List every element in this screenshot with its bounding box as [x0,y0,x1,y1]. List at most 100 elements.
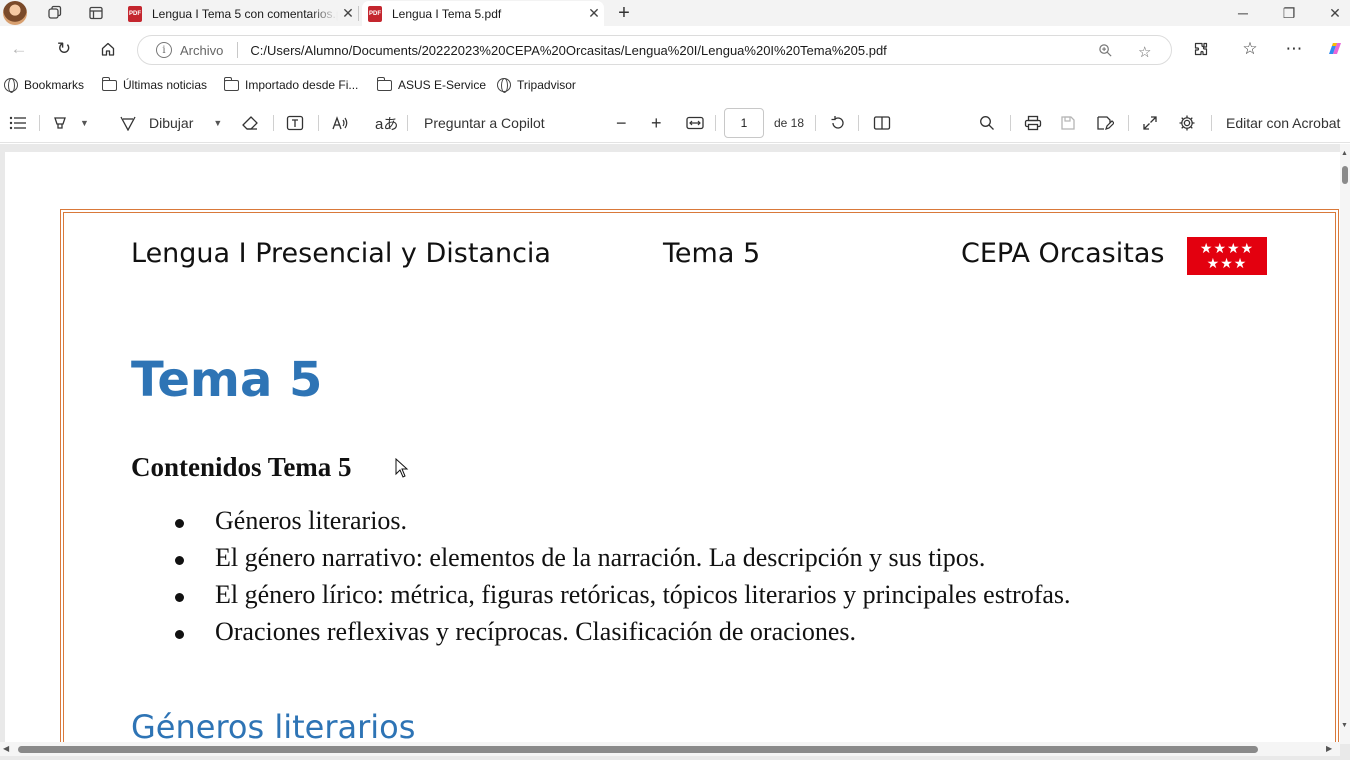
info-icon[interactable]: i [156,42,172,58]
section-heading: Géneros literarios [131,708,416,746]
vertical-scrollbar[interactable]: ▲ ▼ [1340,144,1350,744]
zoom-in-icon[interactable]: + [651,103,662,143]
scroll-down-icon[interactable]: ▼ [1341,722,1348,729]
mouse-cursor-icon [395,458,409,478]
ask-copilot-label: Preguntar a Copilot [424,115,545,131]
toolbar-divider [273,115,274,131]
tab-title: Lengua I Tema 5 con comentarios.pdf [152,6,338,21]
extensions-icon[interactable] [1187,36,1215,62]
read-aloud-icon[interactable] [331,103,349,143]
fit-to-width-icon[interactable] [686,103,704,143]
print-icon[interactable] [1024,103,1042,143]
toolbar-divider [815,115,816,131]
globe-icon [497,78,511,93]
bookmark-label: ASUS E-Service [398,78,487,92]
minimize-icon[interactable]: ─ [1220,0,1266,26]
page-view-icon[interactable] [873,103,891,143]
tab-strip: PDF Lengua I Tema 5 con comentarios.pdf … [0,0,1350,26]
pdf-page: Lengua I Presencial y Distancia Tema 5 C… [5,152,1340,752]
close-icon[interactable]: ✕ [338,5,358,22]
toolbar-divider [715,115,716,131]
bookmark-item[interactable]: Bookmarks [4,76,84,94]
edit-with-acrobat-label: Editar con Acrobat [1226,115,1341,131]
fullscreen-icon[interactable] [1142,103,1158,143]
page-number-input[interactable]: 1 [724,108,764,138]
edit-with-acrobat-button[interactable]: Editar con Acrobat [1226,103,1340,143]
contents-list: Géneros literarios. El género narrativo:… [131,506,1071,654]
toolbar-divider [318,115,319,131]
translate-icon[interactable]: aあ [375,103,398,143]
highlight-button[interactable]: ▼ [52,103,89,143]
scrollbar-thumb[interactable] [1342,166,1348,184]
tab-lengua-comentarios[interactable]: PDF Lengua I Tema 5 con comentarios.pdf … [128,1,358,26]
pen-icon [120,116,136,131]
toolbar-divider [1211,115,1212,131]
workspaces-icon[interactable] [42,0,68,26]
page-total-label: de 18 [774,116,805,130]
favorite-star-icon[interactable]: ☆ [1138,43,1151,61]
chevron-down-icon[interactable]: ▼ [213,118,222,128]
address-divider [237,42,239,58]
header-topic: Tema 5 [663,238,761,269]
address-bar[interactable]: i Archivo C:/Users/Alumno/Documents/2022… [137,35,1172,65]
highlighter-icon [54,117,66,129]
list-item: Oraciones reflexivas y recíprocas. Clasi… [131,617,1071,654]
tab-lengua-tema5[interactable]: PDF Lengua I Tema 5.pdf ✕ [362,1,604,26]
restore-icon[interactable]: ❐ [1266,0,1312,26]
copilot-icon[interactable] [1321,36,1349,62]
vertical-tabs-icon[interactable] [83,0,109,26]
zoom-out-icon[interactable]: − [616,103,627,143]
bookmark-item[interactable]: Últimas noticias [101,76,208,94]
toolbar-divider [407,115,408,131]
tab-divider [358,6,359,21]
chevron-down-icon[interactable]: ▼ [80,118,89,128]
list-item: El género narrativo: elementos de la nar… [131,543,1071,580]
scroll-right-icon[interactable]: ▶ [1326,744,1332,753]
search-icon[interactable] [979,103,995,143]
refresh-icon[interactable]: ↻ [50,36,78,62]
back-icon[interactable]: ← [5,36,33,62]
toolbar-divider [1010,115,1011,131]
pdf-viewer[interactable]: Lengua I Presencial y Distancia Tema 5 C… [0,144,1350,760]
close-icon[interactable]: ✕ [584,5,604,22]
close-window-icon[interactable]: ✕ [1312,0,1350,26]
bookmark-item[interactable]: Importado desde Fi... [223,76,358,94]
folder-icon [101,76,117,91]
bookmark-label: Últimas noticias [123,78,208,92]
folder-icon [223,76,239,91]
page-title: Tema 5 [131,352,323,408]
scroll-up-icon[interactable]: ▲ [1341,150,1348,157]
add-text-icon[interactable] [286,103,304,143]
bookmarks-bar: Bookmarks Últimas noticias Importado des… [0,72,1350,98]
contents-heading: Contenidos Tema 5 [131,452,352,482]
pdf-file-icon: PDF [368,5,382,22]
tab-title: Lengua I Tema 5.pdf [392,6,502,21]
list-item: El género lírico: métrica, figuras retór… [131,580,1071,617]
more-options-icon[interactable]: ⋯ [1280,36,1308,62]
favorites-icon[interactable]: ☆ [1236,36,1264,62]
contents-list-icon[interactable] [9,103,27,143]
navigation-bar: ← ↻ i Archivo C:/Users/Alumno/Documents/… [0,26,1350,72]
bookmark-item[interactable]: ASUS E-Service [376,76,487,94]
ask-copilot-button[interactable]: Preguntar a Copilot [424,103,545,143]
rotate-icon[interactable] [829,103,847,143]
horizontal-scrollbar[interactable]: ◀ ▶ [0,742,1340,756]
scrollbar-thumb[interactable] [18,746,1258,753]
save-as-icon[interactable] [1096,103,1114,143]
folder-icon [376,76,392,91]
home-icon[interactable] [94,36,122,62]
eraser-icon[interactable] [241,103,259,143]
scroll-left-icon[interactable]: ◀ [3,744,9,753]
bookmark-item[interactable]: Tripadvisor [497,76,576,94]
new-tab-icon[interactable]: + [612,0,636,26]
settings-gear-icon[interactable] [1178,103,1196,143]
save-icon[interactable] [1060,103,1076,143]
bookmark-label: Tripadvisor [517,78,576,92]
madrid-flag-logo: ★★★★ ★★★ [1187,237,1267,275]
globe-icon [4,78,18,93]
url-text[interactable]: C:/Users/Alumno/Documents/20222023%20CEP… [250,43,886,58]
profile-avatar[interactable] [3,1,27,25]
draw-button[interactable]: Dibujar ▼ [119,103,222,143]
zoom-icon[interactable] [1098,43,1113,62]
toolbar-divider [858,115,859,131]
